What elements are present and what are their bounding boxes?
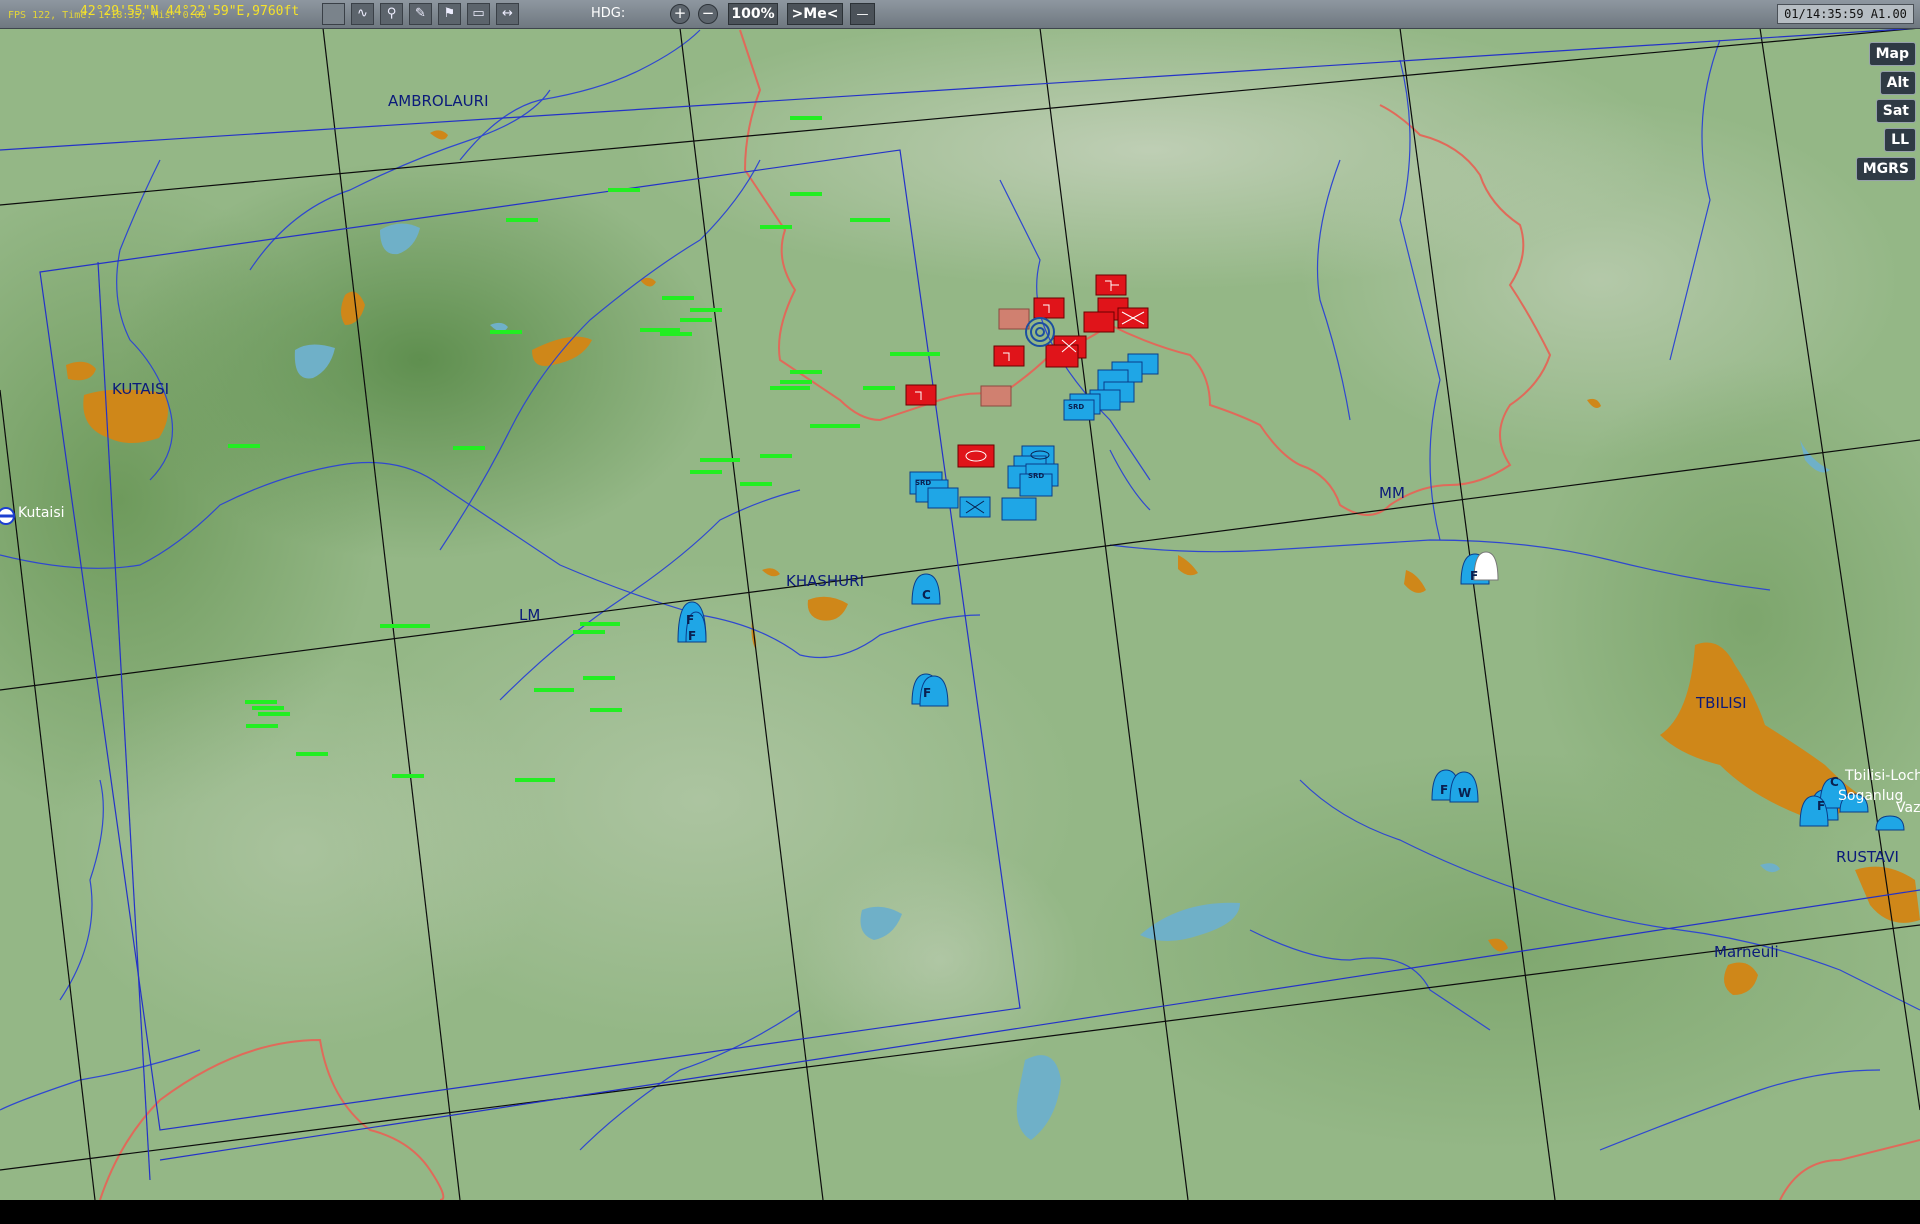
airfield-label-vaziani: Vaziani xyxy=(1896,800,1920,816)
city-label-marneuli: Marneuli xyxy=(1714,943,1779,961)
terrain-southwest-hills xyxy=(50,650,550,1050)
grid-label-lm: LM xyxy=(519,606,540,624)
airbase-label-c: C xyxy=(1830,775,1839,789)
airbase-label-w: W xyxy=(1458,786,1471,800)
route-tool-button[interactable]: ∿ xyxy=(351,3,374,25)
layer-map-button[interactable]: Map xyxy=(1868,42,1916,66)
airbase-label-f: F xyxy=(1470,569,1478,583)
terrain-valley xyxy=(120,160,720,560)
airfield-icon-kutaisi[interactable] xyxy=(0,507,15,525)
airbase-label-c: C xyxy=(922,588,931,602)
scale-bar-button[interactable]: — xyxy=(850,3,875,25)
city-label-tbilisi: TBILISI xyxy=(1695,694,1747,712)
placeholder-button[interactable] xyxy=(322,3,345,25)
enemy-unit xyxy=(1083,311,1115,333)
terrain-peaks xyxy=(800,840,1080,1080)
airbase-label-f: F xyxy=(923,686,931,700)
route-icon: ∿ xyxy=(357,6,368,21)
heading-label: HDG: xyxy=(591,6,626,21)
measure-icon: ⚲ xyxy=(386,6,397,21)
zoom-in-button[interactable]: + xyxy=(670,4,690,24)
grid-label-mm: MM xyxy=(1379,484,1405,502)
airbase-label-f: F xyxy=(1817,799,1825,813)
center-on-me-button[interactable]: >Me< xyxy=(787,3,843,25)
measure-tool-button[interactable]: ⚲ xyxy=(380,3,403,25)
layer-mgrs-button[interactable]: MGRS xyxy=(1855,157,1916,181)
airfield-label-tbilisi-lochini: Tbilisi-Lochini xyxy=(1844,768,1920,784)
city-label-ambrolauri: AMBROLAURI xyxy=(388,92,489,110)
airbase-label-f: F xyxy=(688,629,696,643)
enemy-unit xyxy=(957,444,995,468)
city-label-rustavi: RUSTAVI xyxy=(1836,848,1899,866)
mark-icon: ⚑ xyxy=(443,6,456,21)
comment-icon: ▭ xyxy=(472,6,485,21)
airfield-label-soganlug: Soganlug xyxy=(1838,788,1903,804)
comment-tool-button[interactable]: ▭ xyxy=(467,3,490,25)
layer-sat-button[interactable]: Sat xyxy=(1875,99,1916,123)
enemy-unit xyxy=(1045,344,1079,368)
map-canvas[interactable]: SRD SRD SRD F F C F F F W C F AMBROLAURI… xyxy=(0,28,1920,1200)
city-label-kutaisi: KUTAISI xyxy=(112,380,169,398)
mission-clock: 01/14:35:59 A1.00 xyxy=(1777,4,1914,24)
cursor-coordinates: 42°29'55"N 44°22'59"E,9760ft xyxy=(80,4,300,19)
mark-tool-button[interactable]: ⚑ xyxy=(438,3,461,25)
unit-label: SRD xyxy=(1068,403,1084,411)
map-toolbar: FPS 122, Time: 1:18:35; Mis: 0:00 42°29'… xyxy=(0,0,1920,29)
airbase-label-f: F xyxy=(1440,783,1448,797)
draw-tool-button[interactable]: ✎ xyxy=(409,3,432,25)
city-label-khashuri: KHASHURI xyxy=(786,572,864,590)
draw-icon: ✎ xyxy=(415,6,426,21)
zoom-level[interactable]: 100% xyxy=(728,3,778,25)
unit-label: SRD xyxy=(915,479,931,487)
zoom-out-button[interactable]: − xyxy=(698,4,718,24)
ruler-tool-button[interactable]: ↔ xyxy=(496,3,519,25)
ruler-icon: ↔ xyxy=(502,6,513,21)
airfield-label-kutaisi: Kutaisi xyxy=(18,505,65,521)
layer-ll-button[interactable]: LL xyxy=(1884,128,1916,152)
bottom-strip xyxy=(0,1200,1920,1224)
unit-label: SRD xyxy=(1028,472,1044,480)
layer-alt-button[interactable]: Alt xyxy=(1879,71,1916,95)
airbase-label-f: F xyxy=(686,613,694,627)
